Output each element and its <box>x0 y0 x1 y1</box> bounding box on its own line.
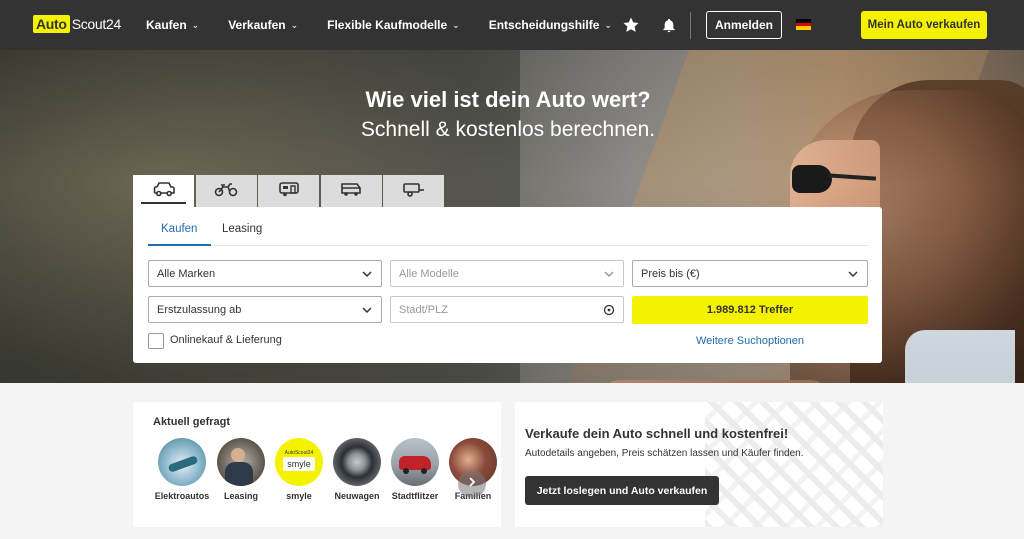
category-leasing[interactable]: Leasing <box>211 438 271 501</box>
make-select[interactable]: Alle Marken <box>148 260 382 287</box>
header-divider <box>690 12 691 39</box>
search-tab-indicator <box>148 244 211 246</box>
category-label: smyle <box>286 491 312 501</box>
nav-label: Kaufen <box>146 18 187 32</box>
search-tab-kaufen[interactable]: Kaufen <box>161 223 197 235</box>
chevron-down-icon: ⌄ <box>452 19 460 30</box>
nav-item-flexible-kaufmodelle[interactable]: Flexible Kaufmodelle ⌄ <box>327 18 460 32</box>
start-selling-button[interactable]: Jetzt loslegen und Auto verkaufen <box>525 476 719 505</box>
search-panel: Kaufen Leasing Alle Marken Alle Modelle … <box>133 207 882 363</box>
online-purchase-label[interactable]: Onlinekauf & Lieferung <box>170 334 282 346</box>
chevron-down-icon <box>361 304 373 319</box>
chevron-down-icon: ⌄ <box>290 19 299 30</box>
tab-van[interactable] <box>320 175 382 207</box>
location-placeholder: Stadt/PLZ <box>399 303 448 316</box>
car-icon <box>152 180 176 203</box>
category-label: Leasing <box>223 491 258 501</box>
registration-select-value: Erstzulassung ab <box>157 303 242 316</box>
chevron-right-icon <box>467 475 477 493</box>
leasing-image <box>217 438 265 486</box>
nav-item-entscheidungshilfe[interactable]: Entscheidungshilfe ⌄ <box>489 18 612 32</box>
city-car-image <box>391 438 439 486</box>
van-icon <box>340 180 362 203</box>
make-select-value: Alle Marken <box>157 267 216 280</box>
smyle-badge-text: smyle <box>283 457 315 471</box>
nav-item-kaufen[interactable]: Kaufen ⌄ <box>146 18 199 32</box>
caravan-icon <box>278 180 300 203</box>
search-tab-leasing[interactable]: Leasing <box>222 223 262 235</box>
location-input[interactable]: Stadt/PLZ <box>390 296 624 323</box>
sell-card-title: Verkaufe dein Auto schnell und kostenfre… <box>525 426 789 441</box>
category-stadtflitzer[interactable]: Stadtflitzer <box>385 438 445 501</box>
hero-title: Wie viel ist dein Auto wert? <box>365 87 651 112</box>
price-select[interactable]: Preis bis (€) <box>632 260 868 287</box>
tab-trailer[interactable] <box>383 175 444 207</box>
price-select-value: Preis bis (€) <box>641 267 700 280</box>
smyle-badge-brand: AutoScout24 <box>284 450 314 456</box>
chevron-down-icon <box>361 268 373 283</box>
sell-car-card: Verkaufe dein Auto schnell und kostenfre… <box>515 402 883 527</box>
tab-motorcycle[interactable] <box>195 175 257 207</box>
chevron-down-icon <box>847 268 859 283</box>
tab-caravan[interactable] <box>258 175 319 207</box>
sell-card-text: Autodetails angeben, Preis schätzen lass… <box>525 448 804 459</box>
german-flag-icon[interactable] <box>796 19 811 30</box>
nav-label: Verkaufen <box>228 18 286 32</box>
logo-auto-text: Auto <box>33 15 70 33</box>
chevron-down-icon <box>603 268 615 283</box>
chevron-down-icon: ⌄ <box>191 19 200 30</box>
main-nav: Kaufen ⌄ Verkaufen ⌄ Flexible Kaufmodell… <box>146 0 612 50</box>
new-car-wheel-image <box>333 438 381 486</box>
category-label: Neuwagen <box>334 491 380 501</box>
category-smyle[interactable]: AutoScout24 smyle smyle <box>269 438 329 501</box>
decorative-pattern <box>705 402 883 527</box>
login-button[interactable]: Anmelden <box>706 11 782 39</box>
trailer-icon <box>402 180 426 203</box>
hero-subtitle: Schnell & kostenlos berechnen. <box>360 118 656 141</box>
registration-select[interactable]: Erstzulassung ab <box>148 296 382 323</box>
logo-scout-text: Scout24 <box>71 16 122 32</box>
motorcycle-icon <box>214 180 238 203</box>
nav-item-verkaufen[interactable]: Verkaufen ⌄ <box>228 18 298 32</box>
chevron-down-icon: ⌄ <box>604 19 612 30</box>
notification-bell-icon[interactable] <box>659 15 679 35</box>
search-tab-divider <box>148 245 868 246</box>
popular-card: Aktuell gefragt Elektroautos Leasing Aut… <box>133 402 501 527</box>
tab-car[interactable] <box>133 175 194 207</box>
vehicle-type-tabs <box>133 175 446 207</box>
category-label: Elektroautos <box>154 491 210 501</box>
category-elektroautos[interactable]: Elektroautos <box>152 438 212 501</box>
sell-car-button[interactable]: Mein Auto verkaufen <box>861 11 987 39</box>
more-search-options-link[interactable]: Weitere Suchoptionen <box>696 335 804 347</box>
nav-label: Entscheidungshilfe <box>488 18 600 32</box>
autoscout24-logo[interactable]: Auto Scout24 <box>33 15 121 33</box>
results-button[interactable]: 1.989.812 Treffer <box>632 296 868 324</box>
smyle-badge: AutoScout24 smyle <box>275 438 323 486</box>
carousel-next-button[interactable] <box>458 470 486 498</box>
online-purchase-checkbox[interactable] <box>148 333 164 349</box>
category-label: Stadtflitzer <box>391 491 439 501</box>
top-header: Auto Scout24 Kaufen ⌄ Verkaufen ⌄ Flexib… <box>0 0 1024 50</box>
locate-icon[interactable] <box>603 304 615 319</box>
electric-car-image <box>158 438 206 486</box>
model-select[interactable]: Alle Modelle <box>390 260 624 287</box>
favorites-star-icon[interactable] <box>621 15 641 35</box>
nav-label: Flexible Kaufmodelle <box>327 18 448 32</box>
category-neuwagen[interactable]: Neuwagen <box>327 438 387 501</box>
model-select-value: Alle Modelle <box>399 267 459 280</box>
popular-title: Aktuell gefragt <box>153 416 231 428</box>
